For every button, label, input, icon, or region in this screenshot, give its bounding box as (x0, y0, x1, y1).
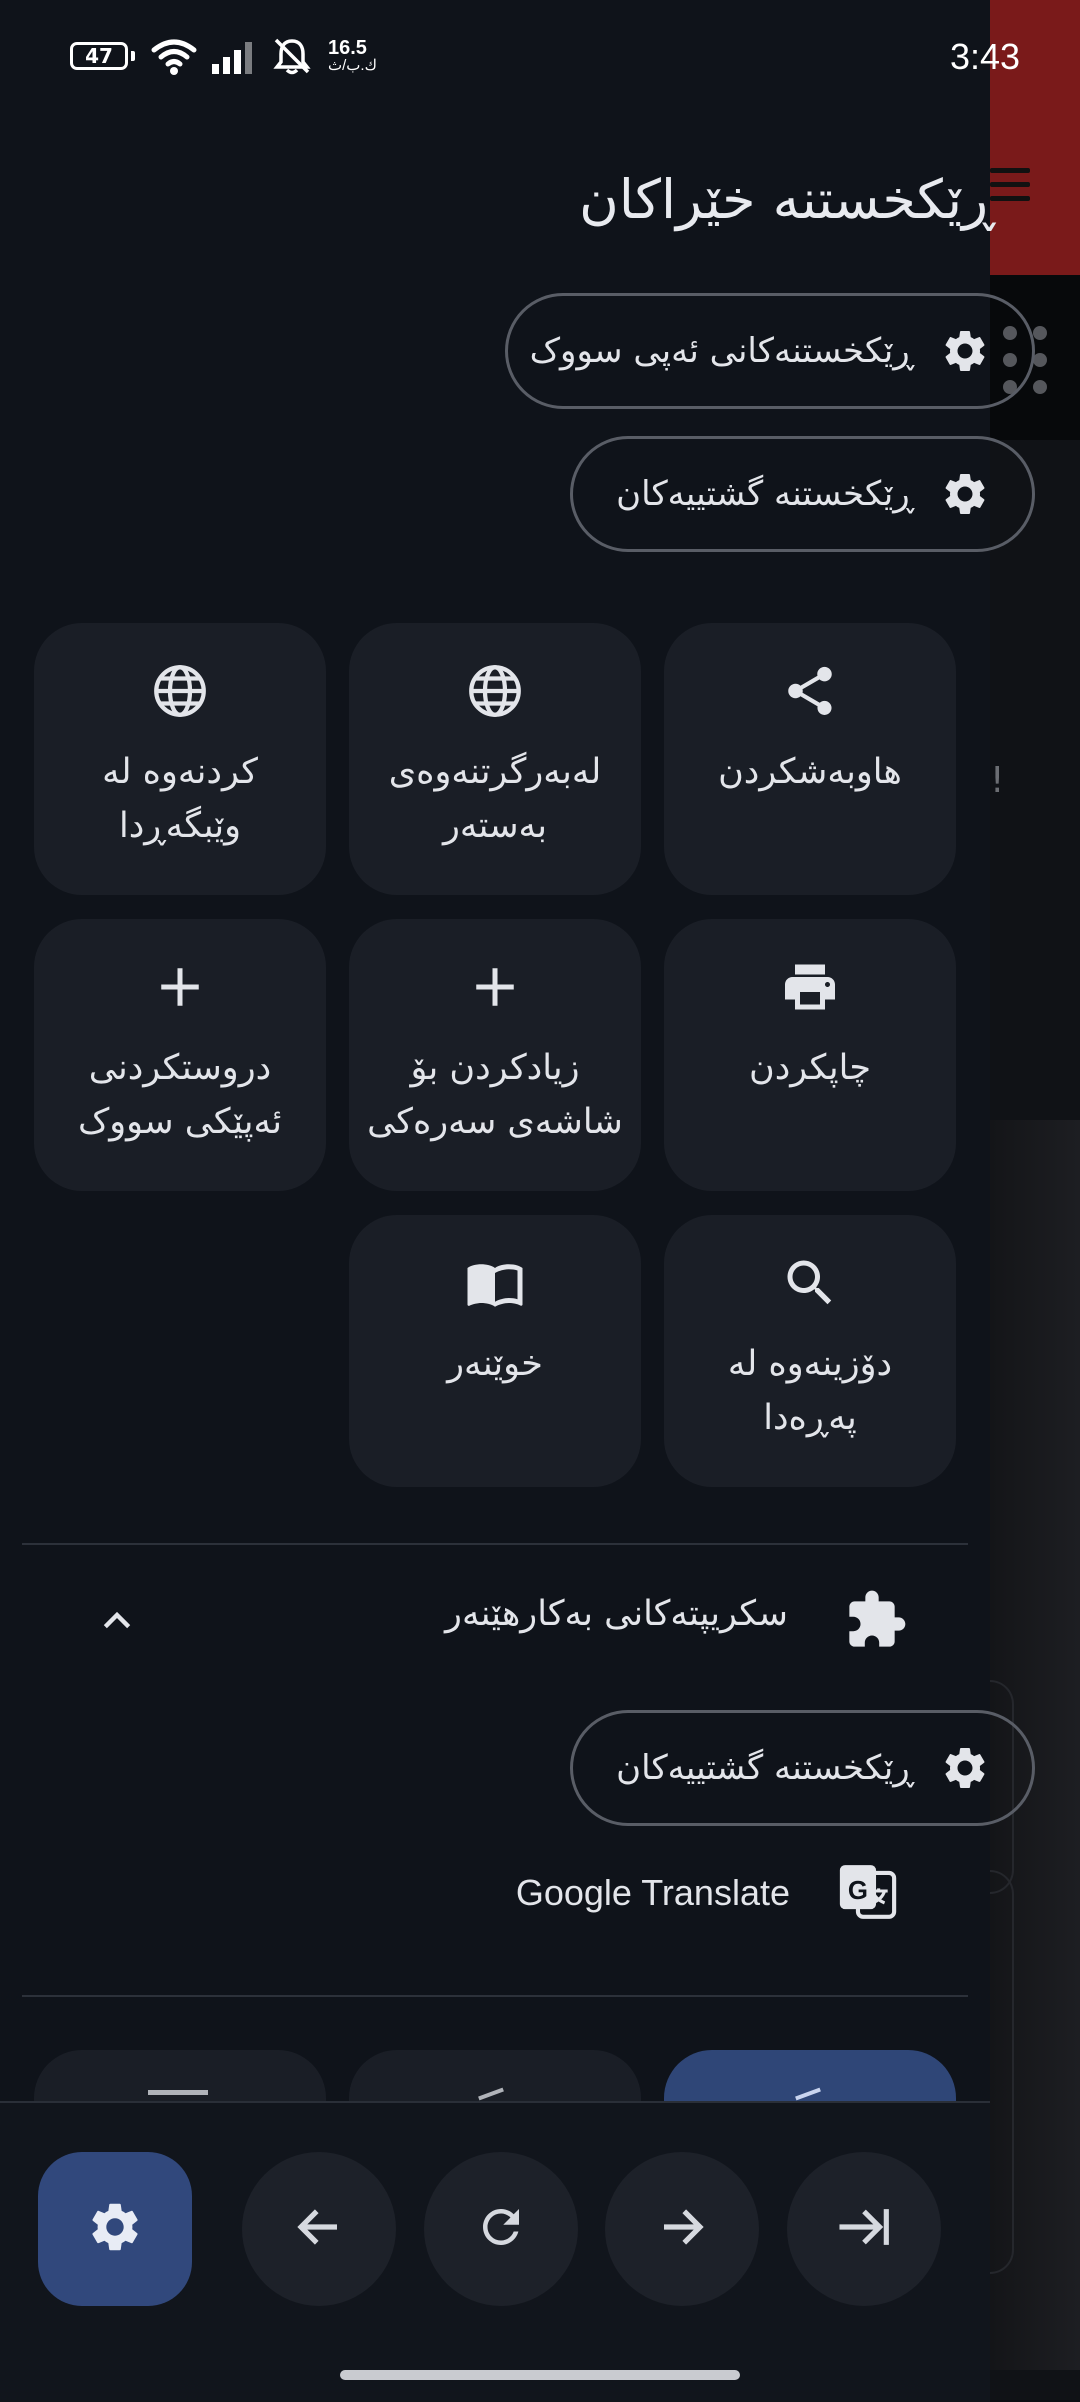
tile-label: دروستکردنی ئەپێکی سووک (77, 1048, 283, 1142)
light-app-settings-label: ڕێکخستنەکانی ئەپی سووک (529, 331, 914, 371)
book-icon (463, 1251, 527, 1315)
dots-icon-dot (1033, 380, 1047, 394)
user-scripts-general-settings-button[interactable]: ڕێکخستنە گشتییەکان (570, 1710, 1035, 1826)
google-translate-label: Google Translate (515, 1872, 790, 1913)
back-button[interactable] (242, 2152, 396, 2306)
general-settings-label: ڕێکخستنە گشتییەکان (616, 1748, 914, 1788)
network-speed: 16.5 ك.ب/ث (328, 38, 377, 73)
dots-icon-dot (1033, 353, 1047, 367)
reload-icon (474, 2200, 528, 2258)
svg-text:G: G (848, 1877, 868, 1905)
signal-icon (212, 42, 252, 74)
tile-partial[interactable] (34, 2050, 326, 2104)
user-scripts-header[interactable]: سکریپتەکانی بەکارهێنەر (22, 1570, 968, 1670)
plus-icon (470, 955, 520, 1019)
notifications-off-icon (273, 38, 311, 75)
forward-button[interactable] (605, 2152, 759, 2306)
tile-print[interactable]: چاپکردن (664, 919, 956, 1191)
arrow-to-end-icon (835, 2200, 893, 2258)
plus-icon (155, 955, 205, 1019)
tile-partial[interactable] (349, 2050, 641, 2104)
tile-share[interactable]: هاوبەشکردن (664, 623, 956, 895)
skip-to-end-button[interactable] (787, 2152, 941, 2306)
hamburger-icon-line (990, 182, 1030, 187)
network-speed-value: 16.5 (328, 37, 367, 59)
tile-label: لەبەرگرتنەوەی بەستەر (388, 752, 602, 846)
general-settings-button[interactable]: ڕێکخستنە گشتییەکان (570, 436, 1035, 552)
background-card (990, 1870, 1014, 2274)
tile-copy-link[interactable]: لەبەرگرتنەوەی بەستەر (349, 623, 641, 895)
google-translate-item[interactable]: Google Translate G (22, 1850, 968, 1940)
gear-icon (940, 326, 990, 376)
light-app-settings-button[interactable]: ڕێکخستنەکانی ئەپی سووک (505, 293, 1035, 409)
arrow-right-icon (655, 2200, 709, 2258)
tile-label: زیادکردن بۆ شاشەی سەرەکی (367, 1048, 623, 1142)
tile-partial-active[interactable] (664, 2050, 956, 2104)
tile-label: هاوبەشکردن (718, 752, 902, 792)
tile-create-light-app[interactable]: دروستکردنی ئەپێکی سووک (34, 919, 326, 1191)
home-indicator[interactable] (340, 2370, 740, 2380)
globe-icon (150, 659, 210, 723)
gear-icon (940, 1743, 990, 1793)
hamburger-icon (990, 168, 1030, 173)
status-bar: 47 16.5 ك.ب/ث 3:43 (0, 0, 1080, 115)
share-icon (781, 659, 839, 723)
panel-title: ڕێکخستنە خێراکان (579, 168, 995, 231)
battery-indicator: 47 (70, 42, 128, 70)
settings-button[interactable] (38, 2152, 192, 2306)
gear-icon (940, 469, 990, 519)
tile-label: خوێنەر (447, 1344, 543, 1384)
hamburger-icon-line (990, 196, 1030, 201)
network-speed-unit: ك.ب/ث (328, 57, 377, 74)
reload-button[interactable] (424, 2152, 578, 2306)
wifi-icon (151, 39, 197, 75)
arrow-left-icon (292, 2200, 346, 2258)
dots-icon-dot (1033, 326, 1047, 340)
globe-icon (465, 659, 525, 723)
user-scripts-label: سکریپتەکانی بەکارهێنەر (445, 1594, 788, 1634)
tile-add-to-home-screen[interactable]: زیادکردن بۆ شاشەی سەرەکی (349, 919, 641, 1191)
tile-find-in-page[interactable]: دۆزینەوە لە پەڕەدا (664, 1215, 956, 1487)
tile-label: کردنەوە لە وێبگەڕدا (102, 752, 258, 846)
divider (22, 1995, 968, 1997)
tile-open-in-browser[interactable]: کردنەوە لە وێبگەڕدا (34, 623, 326, 895)
battery-nub (131, 51, 135, 61)
clock: 3:43 (950, 36, 1021, 77)
puzzle-icon (844, 1588, 908, 1656)
google-translate-icon: G (836, 1860, 898, 1926)
chevron-up-icon[interactable] (97, 1600, 137, 1644)
tile-partial-icon (148, 2090, 208, 2095)
tile-label: چاپکردن (749, 1048, 871, 1088)
printer-icon (780, 955, 840, 1019)
search-icon (780, 1251, 840, 1315)
gear-icon (86, 2198, 144, 2260)
general-settings-label: ڕێکخستنە گشتییەکان (616, 474, 914, 514)
divider (22, 1543, 968, 1545)
tile-reader[interactable]: خوێنەر (349, 1215, 641, 1487)
background-text: ! (990, 760, 1005, 801)
tile-label: دۆزینەوە لە پەڕەدا (727, 1344, 893, 1438)
next-tiles-row (0, 2050, 990, 2104)
